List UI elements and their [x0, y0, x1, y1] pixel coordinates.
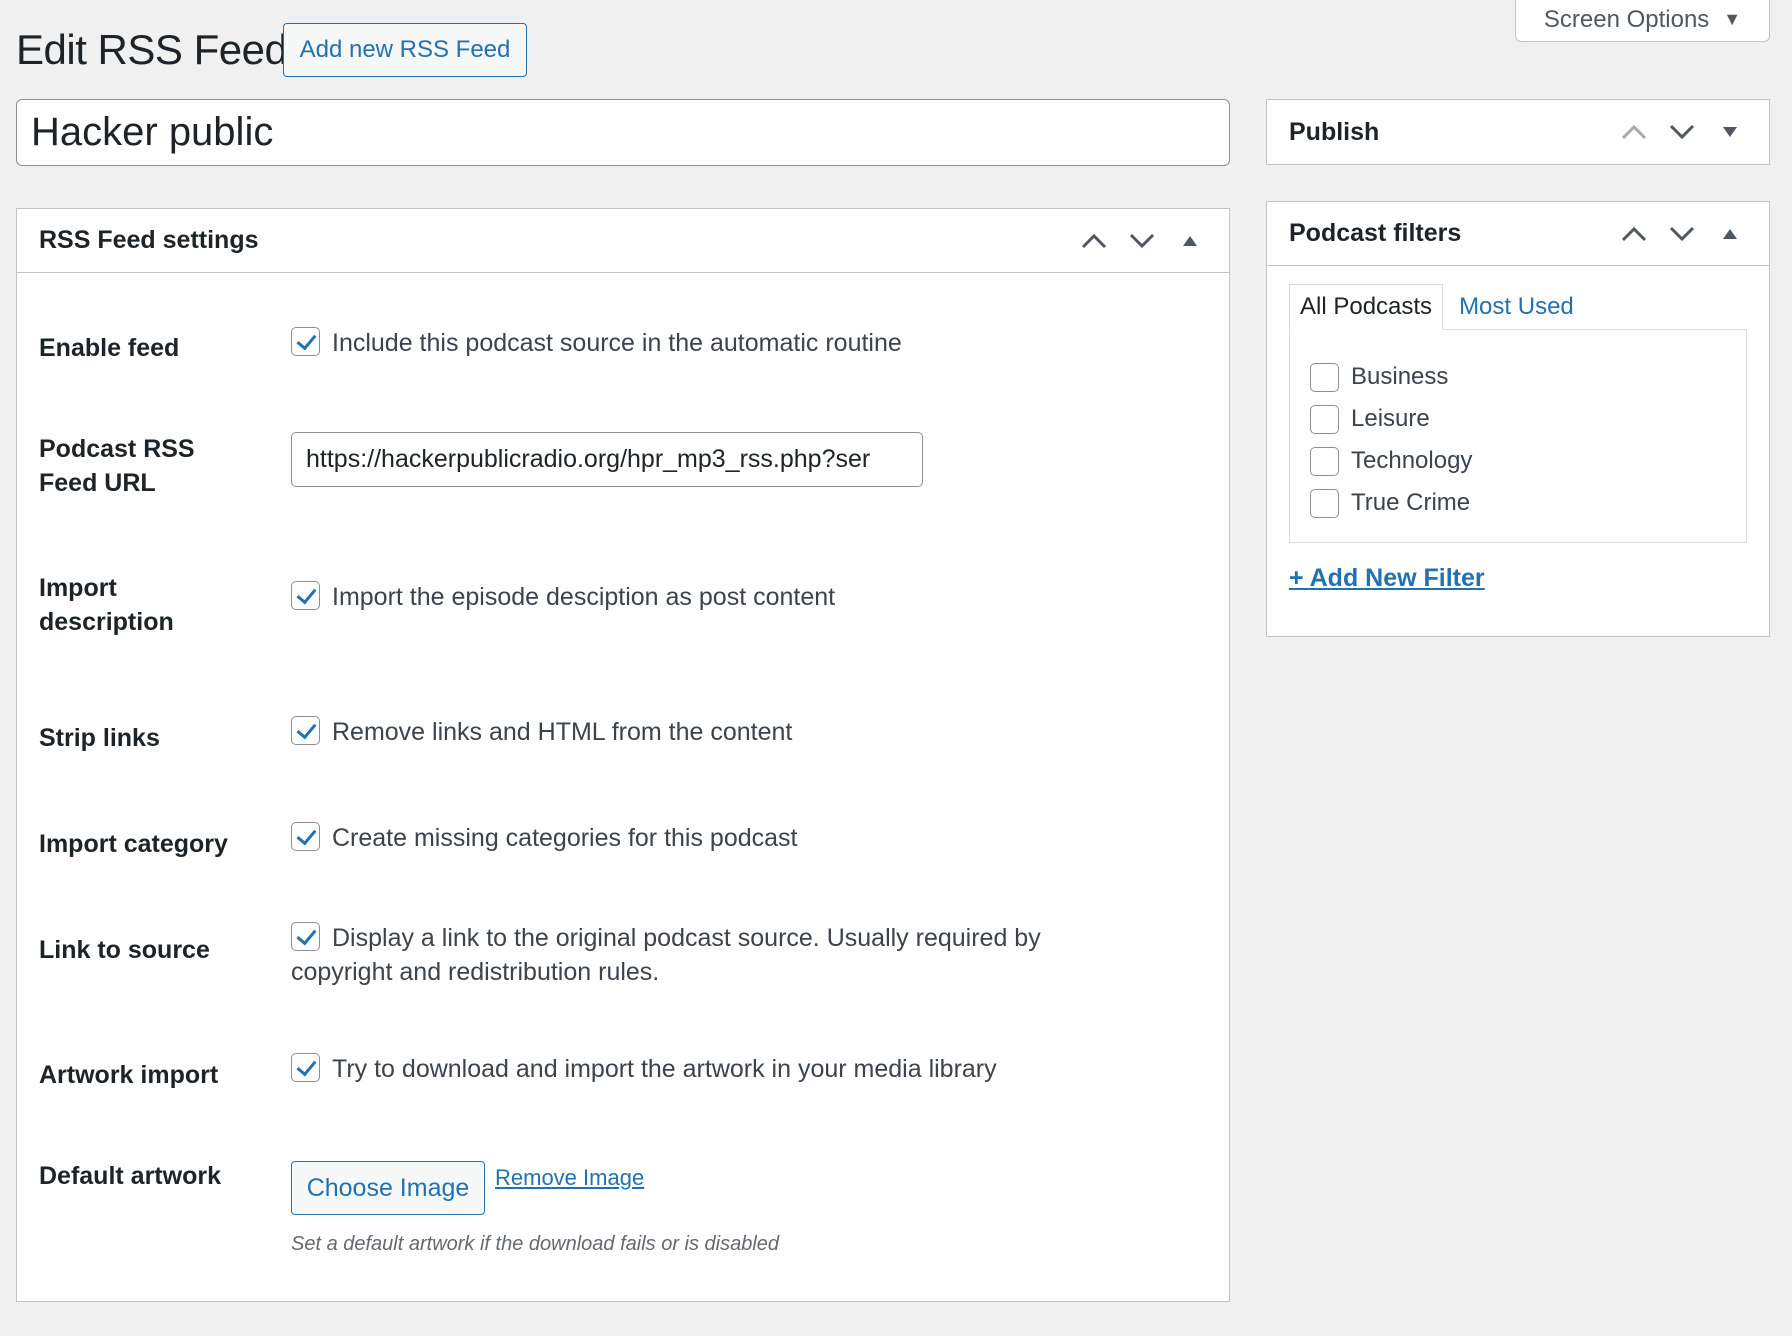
- enable-feed-checkbox[interactable]: [291, 327, 320, 356]
- screen-options-button[interactable]: Screen Options ▼: [1515, 0, 1770, 42]
- chevron-up-icon[interactable]: [1077, 224, 1111, 258]
- enable-feed-field: Include this podcast source in the autom…: [291, 326, 1207, 360]
- artwork-import-text: Try to download and import the artwork i…: [332, 1055, 997, 1083]
- filter-item-business[interactable]: Business: [1310, 356, 1726, 398]
- link-to-source-label: Link to source: [39, 936, 210, 964]
- link-to-source-checkbox[interactable]: [291, 922, 320, 951]
- filter-list: Business Leisure Technology True Crime: [1289, 329, 1747, 543]
- enable-feed-label: Enable feed: [39, 334, 180, 362]
- rss-feed-settings-title: RSS Feed settings: [39, 226, 259, 254]
- publish-box: Publish: [1266, 99, 1770, 165]
- strip-links-checkbox[interactable]: [291, 716, 320, 745]
- feed-url-label: Podcast RSS Feed URL: [39, 435, 195, 497]
- artwork-import-checkbox[interactable]: [291, 1053, 320, 1082]
- filter-checkbox[interactable]: [1310, 488, 1339, 518]
- triangle-up-icon[interactable]: [1713, 217, 1747, 251]
- default-artwork-label: Default artwork: [39, 1162, 221, 1190]
- triangle-up-icon[interactable]: [1173, 224, 1207, 258]
- strip-links-text: Remove links and HTML from the content: [332, 718, 793, 746]
- post-title-input[interactable]: [16, 99, 1230, 166]
- handle-actions: [1077, 224, 1207, 258]
- rss-feed-settings-box: RSS Feed settings Enable feed Include th…: [16, 208, 1230, 1302]
- page-title: Edit RSS Feed: [16, 26, 288, 73]
- remove-image-link[interactable]: Remove Image: [495, 1165, 644, 1190]
- chevron-down-icon[interactable]: [1125, 224, 1159, 258]
- strip-links-field: Remove links and HTML from the content: [291, 715, 1207, 749]
- default-artwork-field: Choose Image Remove Image Set a default a…: [291, 1161, 1207, 1261]
- screen-options-label: Screen Options: [1543, 5, 1710, 33]
- choose-image-button[interactable]: Choose Image: [291, 1161, 485, 1215]
- filter-checkbox[interactable]: [1310, 446, 1339, 476]
- chevron-up-icon[interactable]: [1617, 115, 1651, 149]
- filter-item-label: Leisure: [1351, 405, 1430, 432]
- podcast-filters-title: Podcast filters: [1289, 219, 1462, 247]
- strip-links-label: Strip links: [39, 724, 160, 752]
- link-to-source-text: Display a link to the original podcast s…: [291, 924, 1041, 986]
- import-description-text: Import the episode desciption as post co…: [332, 583, 836, 611]
- import-description-label: Import description: [39, 574, 174, 636]
- chevron-down-icon[interactable]: [1665, 217, 1699, 251]
- import-category-checkbox[interactable]: [291, 822, 320, 851]
- add-new-filter-link[interactable]: + Add New Filter: [1289, 564, 1485, 593]
- rss-feed-settings-header: RSS Feed settings: [17, 209, 1229, 273]
- publish-header: Publish: [1267, 100, 1769, 164]
- filter-checkbox[interactable]: [1310, 362, 1339, 392]
- chevron-down-icon[interactable]: [1665, 115, 1699, 149]
- import-category-field: Create missing categories for this podca…: [291, 821, 1207, 855]
- default-artwork-controls: Choose Image Remove Image: [291, 1161, 1207, 1215]
- filter-item-technology[interactable]: Technology: [1310, 440, 1726, 482]
- caret-down-icon: ▼: [1723, 9, 1742, 29]
- artwork-import-field: Try to download and import the artwork i…: [291, 1052, 1207, 1086]
- import-category-text: Create missing categories for this podca…: [332, 824, 798, 852]
- filters-handle-actions: [1617, 217, 1747, 251]
- filter-item-label: Business: [1351, 363, 1449, 390]
- filter-item-leisure[interactable]: Leisure: [1310, 398, 1726, 440]
- publish-title: Publish: [1289, 117, 1380, 146]
- link-to-source-field: Display a link to the original podcast s…: [291, 921, 1091, 989]
- podcast-filters-header: Podcast filters: [1267, 202, 1769, 266]
- default-artwork-hint: Set a default artwork if the download fa…: [291, 1233, 780, 1255]
- filter-item-true-crime[interactable]: True Crime: [1310, 482, 1726, 524]
- feed-url-input[interactable]: [291, 432, 923, 487]
- podcast-filters-box: Podcast filters All Podcasts Most Used B…: [1266, 201, 1770, 637]
- chevron-up-icon[interactable]: [1617, 217, 1651, 251]
- add-new-rss-feed-button[interactable]: Add new RSS Feed: [283, 23, 527, 77]
- tab-all-podcasts[interactable]: All Podcasts: [1289, 284, 1444, 330]
- artwork-import-label: Artwork import: [39, 1061, 219, 1089]
- triangle-down-icon[interactable]: [1713, 115, 1747, 149]
- import-description-checkbox[interactable]: [291, 581, 320, 610]
- filter-item-label: Technology: [1351, 447, 1473, 474]
- feed-url-field: [291, 432, 1207, 487]
- import-description-field: Import the episode desciption as post co…: [291, 580, 1207, 614]
- enable-feed-text: Include this podcast source in the autom…: [332, 329, 902, 357]
- filter-item-label: True Crime: [1351, 489, 1471, 516]
- publish-handle-actions: [1617, 115, 1747, 149]
- filter-checkbox[interactable]: [1310, 404, 1339, 434]
- tab-most-used[interactable]: Most Used: [1443, 284, 1584, 330]
- import-category-label: Import category: [39, 830, 228, 858]
- filter-tabs: All Podcasts Most Used: [1289, 284, 1584, 330]
